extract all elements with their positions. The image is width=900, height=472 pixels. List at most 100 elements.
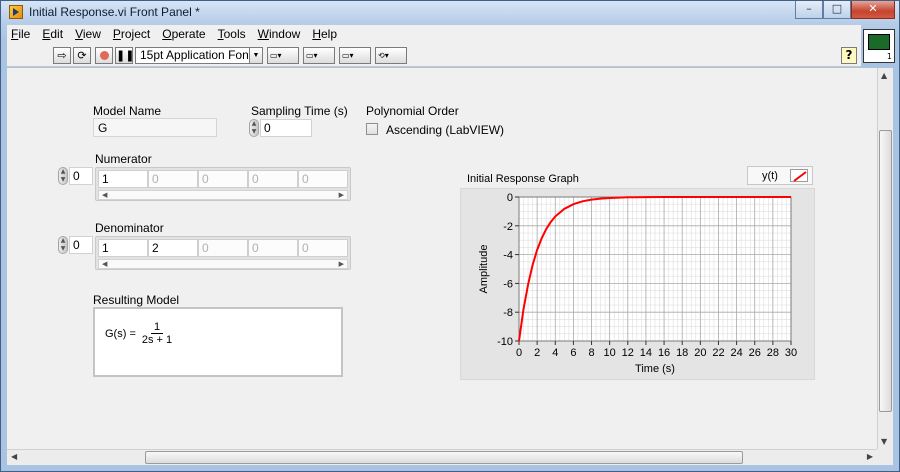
increment-decrement-icon[interactable]: ▲ ▼ [249, 119, 259, 137]
window-controls: – □ ✕ [795, 1, 895, 19]
numerator-element[interactable]: 0 [148, 170, 198, 188]
menu-edit[interactable]: Edit [42, 27, 63, 41]
model-name-input[interactable]: G [93, 118, 217, 137]
menu-bar: File Edit View Project Operate Tools Win… [7, 25, 861, 43]
numerator-element[interactable]: 1 [98, 170, 148, 188]
denominator-element[interactable]: 0 [248, 239, 298, 257]
vi-connector-icon[interactable]: 1 [863, 29, 895, 63]
labview-vi-icon[interactable] [9, 5, 23, 19]
sampling-time-control[interactable]: ▲ ▼ 0 [249, 119, 313, 137]
align-objects-icon[interactable]: ▭▾ [267, 47, 299, 64]
abort-icon[interactable] [95, 47, 113, 64]
y-axis-title: Amplitude [478, 245, 490, 294]
scroll-right-icon[interactable]: ▶ [339, 260, 344, 268]
transfer-function-lhs: G(s) = [105, 327, 136, 340]
x-tick-label: 14 [640, 347, 652, 359]
denominator-element[interactable]: 1 [98, 239, 148, 257]
horizontal-scrollbar[interactable]: ◀ ▶ [7, 449, 877, 465]
denominator-scrollbar[interactable]: ◀ ▶ [98, 259, 348, 269]
scroll-right-icon[interactable]: ▶ [339, 191, 344, 199]
scroll-left-icon[interactable]: ◀ [11, 452, 17, 461]
x-tick-label: 22 [712, 347, 724, 359]
denominator-index-control[interactable]: ▲ ▼ 0 [58, 236, 94, 254]
increment-decrement-icon[interactable]: ▲ ▼ [58, 167, 68, 185]
toolbar: ⇨ ⟳ ❚❚ 15pt Application Font ▼ ▭▾ ▭▾ ▭▾ … [7, 43, 861, 67]
y-tick-label: -10 [497, 336, 513, 348]
horizontal-scroll-thumb[interactable] [145, 451, 743, 464]
increment-decrement-icon[interactable]: ▲ ▼ [58, 236, 68, 254]
transfer-function-numerator: 1 [150, 321, 164, 334]
chevron-down-icon: ▼ [249, 48, 262, 63]
denominator-element[interactable]: 0 [198, 239, 248, 257]
scroll-right-icon[interactable]: ▶ [867, 452, 873, 461]
denominator-element[interactable]: 0 [298, 239, 348, 257]
x-axis-title: Time (s) [635, 363, 675, 375]
scroll-left-icon[interactable]: ◀ [102, 260, 107, 268]
plot-legend[interactable]: y(t) [747, 166, 813, 185]
denominator-array: 1 2 0 0 0 ◀ ▶ [95, 236, 351, 270]
menu-file[interactable]: File [11, 27, 30, 41]
denominator-element[interactable]: 2 [148, 239, 198, 257]
run-arrow-icon[interactable]: ⇨ [53, 47, 71, 64]
initial-response-graph[interactable]: 0 -2 -4 -6 -8 -10 0 2 4 6 8 10 12 14 16 18 20 22 24 26 28 30… [460, 188, 815, 380]
labview-front-panel-window: Initial Response.vi Front Panel * – □ ✕ … [0, 0, 900, 472]
menu-view[interactable]: View [75, 27, 101, 41]
menu-tools[interactable]: Tools [218, 27, 246, 41]
distribute-objects-icon[interactable]: ▭▾ [303, 47, 335, 64]
numerator-scrollbar[interactable]: ◀ ▶ [98, 190, 348, 200]
x-tick-label: 4 [552, 347, 558, 359]
vertical-scroll-thumb[interactable] [879, 130, 892, 412]
x-tick-label: 20 [694, 347, 706, 359]
close-button[interactable]: ✕ [851, 1, 895, 19]
menu-operate[interactable]: Operate [162, 27, 205, 41]
font-dropdown[interactable]: 15pt Application Font ▼ [135, 47, 263, 64]
vertical-scrollbar[interactable]: ▲ ▼ [877, 68, 893, 449]
x-tick-label: 8 [588, 347, 594, 359]
run-continuously-icon[interactable]: ⟳ [73, 47, 91, 64]
sampling-time-label: Sampling Time (s) [251, 104, 348, 118]
menu-help[interactable]: Help [312, 27, 337, 41]
legend-swatch[interactable] [790, 169, 808, 182]
numerator-element[interactable]: 0 [198, 170, 248, 188]
numerator-index-control[interactable]: ▲ ▼ 0 [58, 167, 94, 185]
scrollbar-corner [877, 449, 893, 465]
scroll-up-icon[interactable]: ▲ [881, 71, 887, 80]
x-tick-label: 24 [730, 347, 742, 359]
context-help-button[interactable]: ? [841, 47, 857, 64]
numerator-element[interactable]: 0 [298, 170, 348, 188]
sampling-time-input[interactable]: 0 [260, 119, 312, 137]
x-tick-label: 10 [604, 347, 616, 359]
legend-entry-label: y(t) [762, 170, 778, 182]
y-axis-ticks: 0 -2 -4 -6 -8 -10 [497, 192, 519, 348]
x-tick-label: 2 [534, 347, 540, 359]
front-panel: Model Name G Sampling Time (s) ▲ ▼ 0 Poly… [7, 68, 877, 449]
numerator-index-input[interactable]: 0 [69, 167, 93, 185]
menu-window[interactable]: Window [258, 27, 301, 41]
reorder-icon[interactable]: ⟲▾ [375, 47, 407, 64]
pause-icon[interactable]: ❚❚ [115, 47, 134, 64]
ascending-checkbox[interactable] [366, 123, 378, 135]
chart-svg: 0-2-4-6-8-10 0 2 4 6 8 10 12 14 16 18 20 22 24 26 28 30… [478, 192, 797, 375]
transfer-function: G(s) = 1 2s + 1 [105, 321, 175, 346]
x-axis-ticks: 0 2 4 6 8 10 12 14 16 18 20 22 24 26 28 30 [516, 341, 797, 359]
legend-line-sample [793, 171, 807, 182]
scroll-left-icon[interactable]: ◀ [102, 191, 107, 199]
minimize-button[interactable]: – [795, 1, 823, 19]
denominator-index-input[interactable]: 0 [69, 236, 93, 254]
y-tick-label: -2 [503, 221, 513, 233]
vi-icon-number: 1 [886, 52, 892, 61]
polynomial-order-label: Polynomial Order [366, 104, 459, 118]
numerator-array: 1 0 0 0 0 ◀ ▶ [95, 167, 351, 201]
scroll-down-icon[interactable]: ▼ [881, 437, 887, 446]
menu-project[interactable]: Project [113, 27, 150, 41]
x-tick-label: 30 [785, 347, 797, 359]
title-bar[interactable]: Initial Response.vi Front Panel * – □ ✕ [1, 1, 899, 23]
resize-objects-icon[interactable]: ▭▾ [339, 47, 371, 64]
y-tick-label: -4 [503, 250, 513, 262]
maximize-button[interactable]: □ [823, 1, 851, 19]
resulting-model-display: G(s) = 1 2s + 1 [93, 307, 343, 377]
numerator-element[interactable]: 0 [248, 170, 298, 188]
transfer-function-fraction: 1 2s + 1 [139, 321, 175, 346]
x-tick-label: 26 [749, 347, 761, 359]
graph-label: Initial Response Graph [467, 173, 579, 185]
